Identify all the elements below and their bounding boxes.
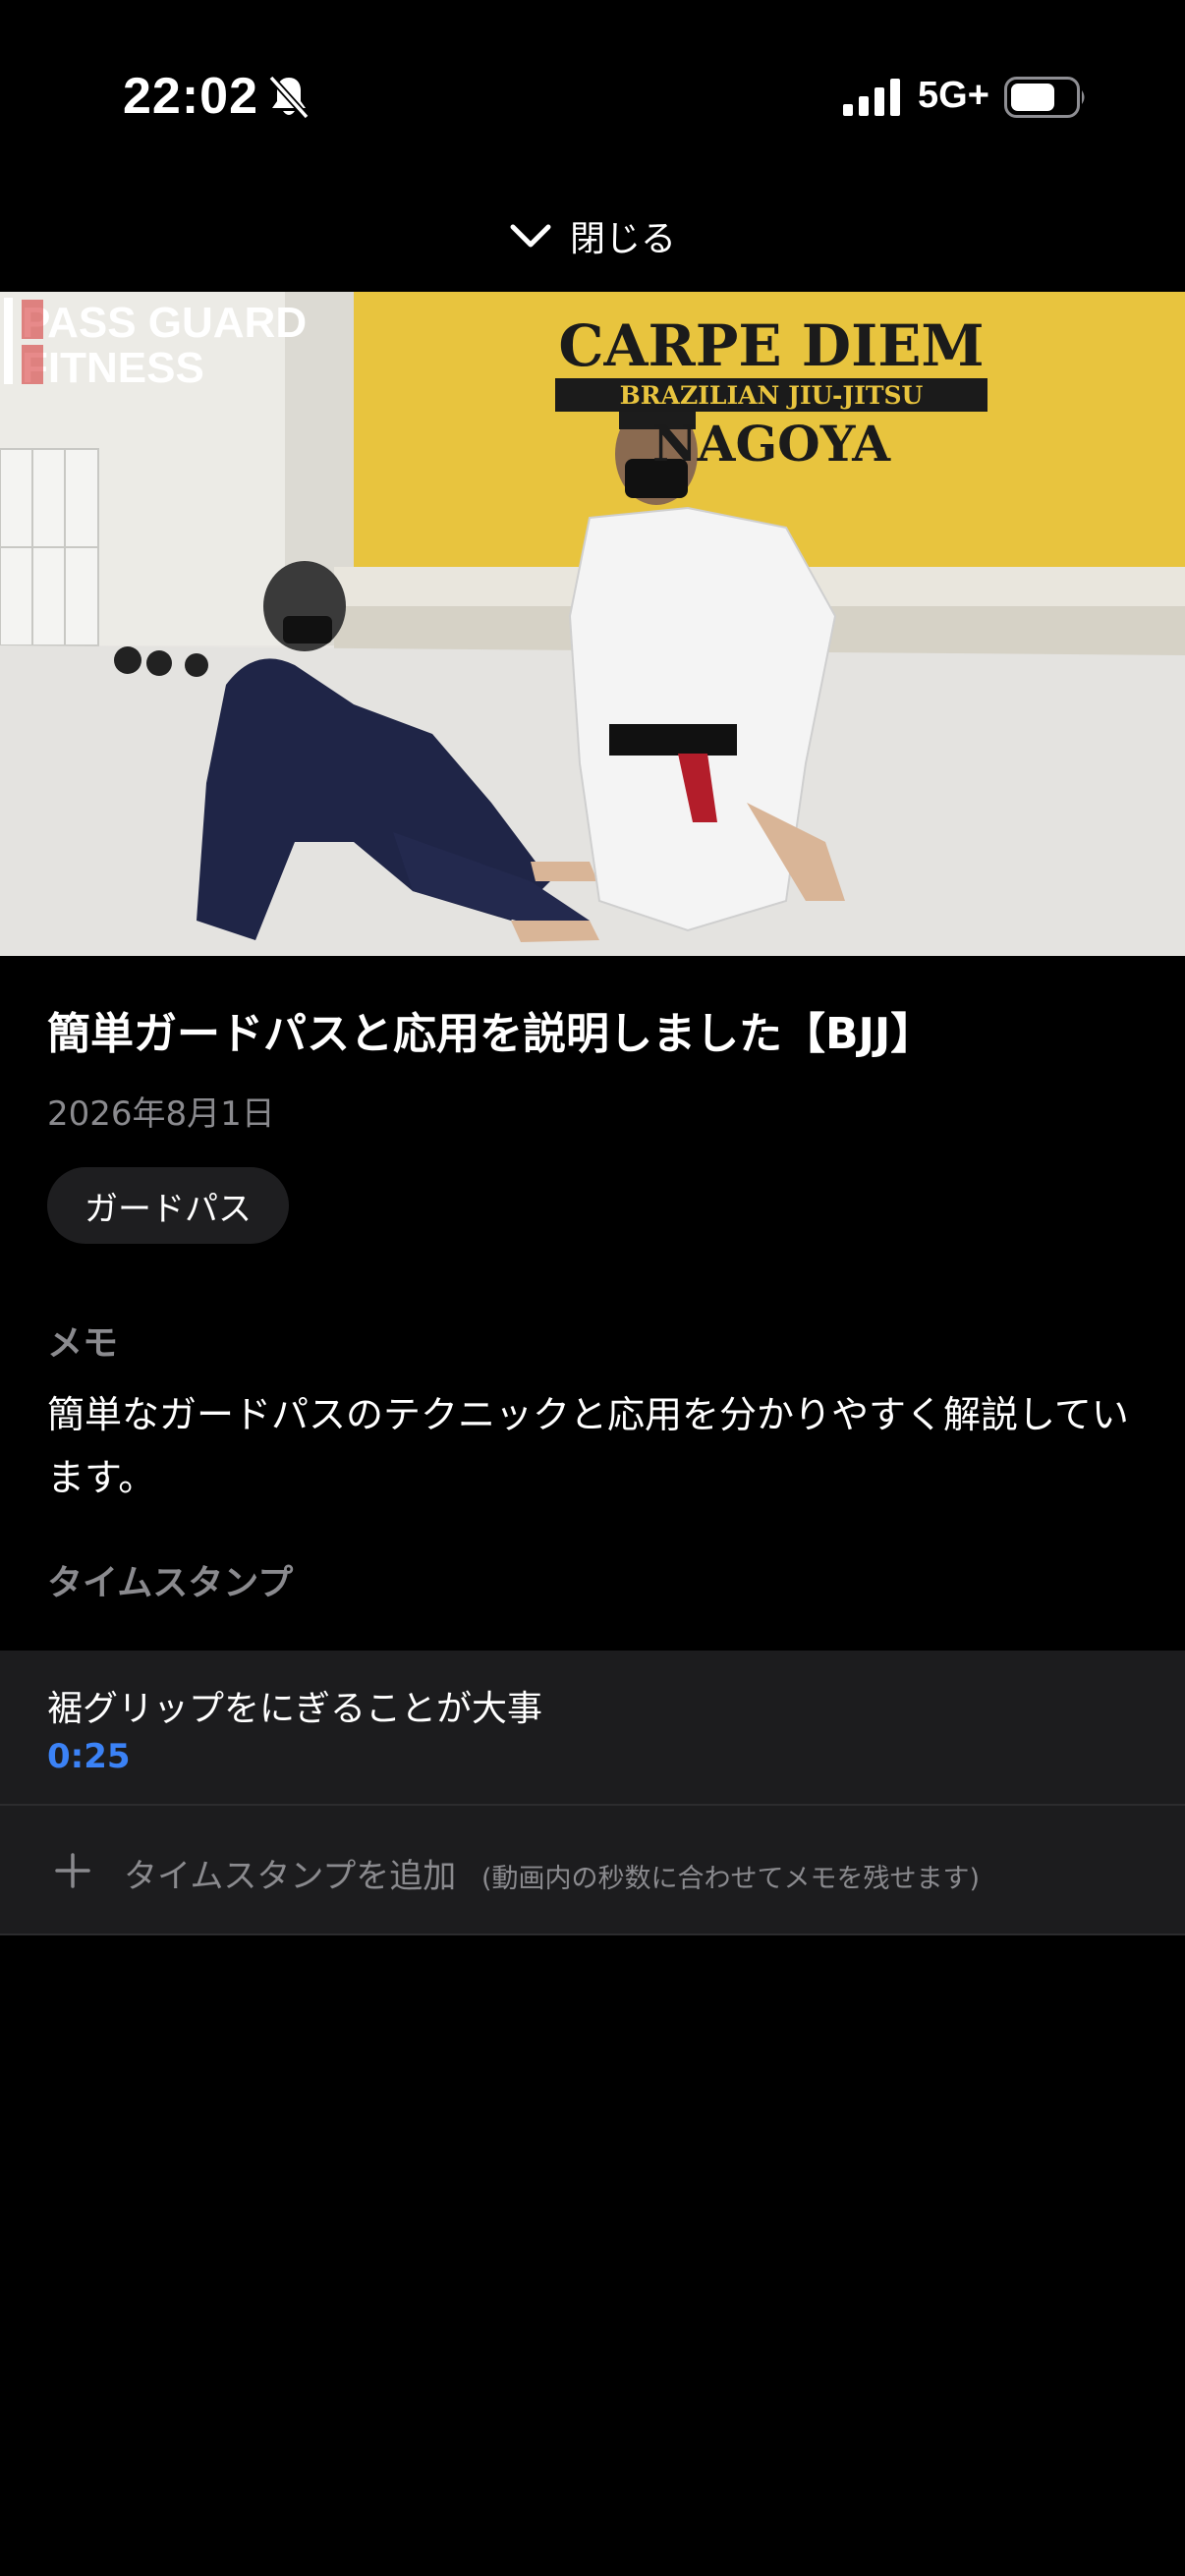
memo-text[interactable]: 簡単なガードパスのテクニックと応用を分かりやすく解説しています。 [47, 1383, 1148, 1509]
watermark-line-1: PASS GUARD [22, 299, 307, 347]
add-timestamp-button[interactable]: タイムスタンプを追加 (動画内の秒数に合わせてメモを残せます) [0, 1806, 1185, 1935]
sign-line-2: BRAZILIAN JIU-JITSU [620, 381, 924, 410]
timestamp-label: 裾グリップをにぎることが大事 [47, 1689, 543, 1729]
tag-chip[interactable]: ガードパス [47, 1167, 289, 1244]
network-type: 5G+ [918, 75, 989, 116]
battery-icon [1004, 77, 1085, 118]
timestamp-time[interactable]: 0:25 [47, 1737, 131, 1776]
timestamp-row[interactable]: 裾グリップをにぎることが大事 0:25 [0, 1651, 1185, 1806]
watermark-line-2: FITNESS [22, 344, 204, 392]
video-title: 簡単ガードパスと応用を説明しました【BJJ】 [47, 1009, 934, 1059]
video-frame: CARPE DIEM BRAZILIAN JIU-JITSU NAGOYA PA… [0, 292, 1185, 956]
add-timestamp-hint: (動画内の秒数に合わせてメモを残せます) [481, 1864, 981, 1894]
memo-heading: メモ [47, 1323, 119, 1364]
cellular-signal-icon [843, 79, 900, 116]
chevron-down-icon [510, 224, 551, 248]
tag-label: ガードパス [85, 1189, 252, 1229]
video-date: 2026年8月1日 [47, 1094, 275, 1134]
sign-line-3: NAGOYA [652, 415, 891, 473]
close-button[interactable]: 閉じる [0, 196, 1185, 275]
sign-line-1: CARPE DIEM [558, 312, 984, 379]
status-time: 22:02 [123, 68, 258, 125]
plus-icon [55, 1853, 90, 1888]
add-timestamp-label: タイムスタンプを追加 [124, 1857, 457, 1896]
video-player[interactable]: CARPE DIEM BRAZILIAN JIU-JITSU NAGOYA PA… [0, 292, 1185, 956]
bell-slash-icon [268, 75, 310, 120]
status-bar: 22:02 5G+ [0, 0, 1185, 187]
close-label: 閉じる [569, 219, 676, 259]
timestamps-heading: タイムスタンプ [47, 1563, 294, 1603]
